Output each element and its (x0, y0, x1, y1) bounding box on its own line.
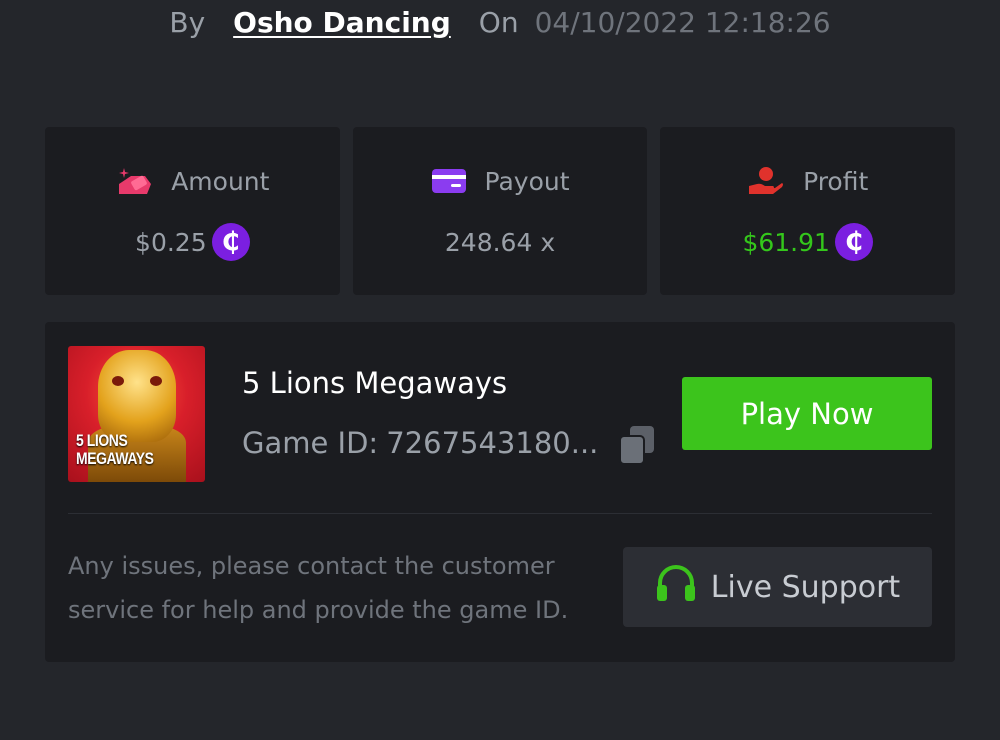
amount-icon (115, 166, 153, 196)
headset-icon (655, 563, 697, 611)
game-id: Game ID: 7267543180... (242, 426, 598, 460)
amount-value: $0.25 (135, 227, 207, 257)
by-label: By (169, 5, 206, 39)
stat-profit: Profit $61.91 ₵ (660, 127, 956, 295)
bet-stats: Amount $0.25 ₵ Payout 248.64 x Profit $6… (45, 127, 956, 295)
bet-byline: By Osho Dancing On 04/10/2022 12:18:26 (0, 0, 1000, 44)
coin-icon: ₵ (211, 223, 250, 261)
on-label: On (478, 5, 519, 39)
hand-coin-icon (747, 166, 785, 196)
coin-icon: ₵ (834, 223, 873, 261)
lion-image (98, 350, 176, 442)
payout-value: 248.64 x (444, 227, 556, 257)
game-card: 5 LIONS MEGAWAYS 5 Lions Megaways Game I… (45, 322, 955, 662)
copy-icon[interactable] (618, 425, 656, 465)
game-id-value: 7267543180... (386, 426, 599, 460)
payout-label: Payout (484, 166, 570, 196)
thumbnail-title: 5 LIONS MEGAWAYS (76, 431, 154, 468)
live-support-button[interactable]: Live Support (623, 547, 932, 627)
bet-datetime: 04/10/2022 12:18:26 (534, 5, 831, 39)
amount-label: Amount (171, 166, 270, 196)
game-id-label: Game ID: (242, 426, 379, 460)
game-title: 5 Lions Megaways (242, 366, 508, 400)
stat-payout: Payout 248.64 x (352, 127, 648, 295)
divider (68, 513, 932, 514)
card-icon (431, 167, 467, 195)
stat-amount: Amount $0.25 ₵ (45, 127, 340, 295)
live-support-label: Live Support (710, 569, 901, 605)
game-thumbnail[interactable]: 5 LIONS MEGAWAYS (68, 346, 205, 482)
profit-value: $61.91 (742, 227, 830, 257)
profit-label: Profit (803, 166, 869, 196)
support-note: Any issues, please contact the customer … (68, 552, 569, 624)
username-link[interactable]: Osho Dancing (233, 6, 451, 39)
play-now-button[interactable]: Play Now (682, 377, 932, 450)
